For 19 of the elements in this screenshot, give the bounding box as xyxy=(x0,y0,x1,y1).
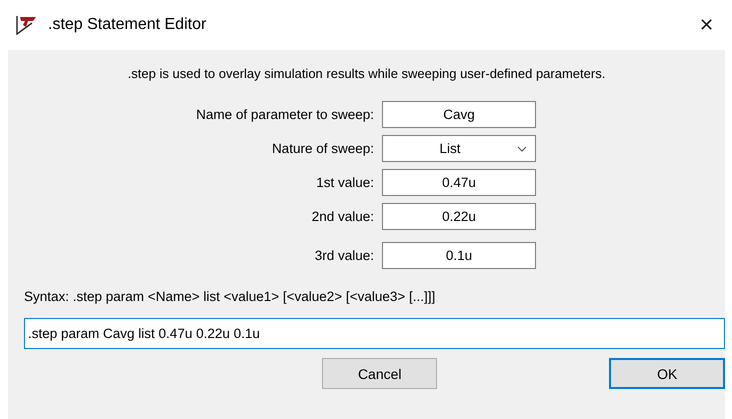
input-field[interactable]: 0.1u xyxy=(382,242,536,269)
dialog-button[interactable]: OK xyxy=(609,358,725,389)
field-label: 2nd value: xyxy=(310,209,374,224)
close-button[interactable]: ✕ xyxy=(695,14,718,36)
input-field[interactable]: 0.22u xyxy=(382,203,536,230)
field-label: 3rd value: xyxy=(314,248,374,263)
field-label: 1st value: xyxy=(315,175,374,190)
window-title: .step Statement Editor xyxy=(48,16,208,34)
app-logo-icon xyxy=(16,15,38,35)
command-field[interactable]: .step param Cavg list 0.47u 0.22u 0.1u xyxy=(24,318,725,349)
dialog-button[interactable]: Cancel xyxy=(322,358,438,389)
syntax-text: Syntax: .step param <Name> list <value1> [<value2> [<value3> [...]]] xyxy=(24,289,436,304)
description-text: .step is used to overlay simulation results while sweeping user-defined parameters. xyxy=(126,66,606,81)
chevron-down-icon xyxy=(517,146,527,152)
input-field[interactable]: 0.47u xyxy=(382,169,536,196)
sweep-dropdown[interactable]: List xyxy=(382,135,536,162)
field-label: Nature of sweep: xyxy=(270,141,374,156)
field-label: Name of parameter to sweep: xyxy=(195,107,374,122)
input-field[interactable]: Cavg xyxy=(382,101,536,128)
